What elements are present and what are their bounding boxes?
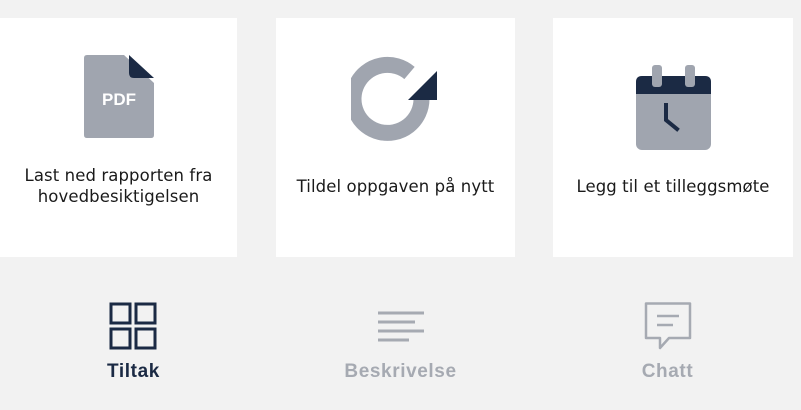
tab-chatt[interactable]: Chatt	[534, 257, 801, 410]
reassign-task-label: Tildel oppgaven på nytt	[296, 177, 495, 196]
tab-tiltak[interactable]: Tiltak	[0, 257, 267, 410]
tab-tiltak-label: Tiltak	[107, 361, 160, 382]
tab-beskrivelse[interactable]: Beskrivelse	[267, 257, 534, 410]
download-report-card[interactable]: PDF Last ned rapporten fra hovedbesiktig…	[0, 18, 237, 257]
download-report-label: Last ned rapporten fra hovedbesiktigelse…	[24, 166, 213, 206]
tab-chatt-label: Chatt	[641, 361, 694, 382]
add-meeting-card[interactable]: Legg til et tilleggsmøte	[553, 18, 793, 257]
bottom-tab-bar: Tiltak Beskrivelse Chatt	[0, 257, 801, 410]
pdf-icon-text: PDF	[102, 90, 136, 109]
action-cards: PDF Last ned rapporten fra hovedbesiktig…	[0, 18, 801, 257]
chat-bubble-icon	[642, 301, 694, 353]
reassign-task-card[interactable]: Tildel oppgaven på nytt	[276, 18, 515, 257]
grid-icon	[108, 301, 160, 353]
tab-beskrivelse-label: Beskrivelse	[344, 361, 457, 382]
reassign-refresh-icon	[350, 54, 441, 154]
text-lines-icon	[375, 301, 427, 353]
add-meeting-label: Legg til et tilleggsmøte	[576, 177, 770, 196]
calendar-icon	[628, 54, 718, 154]
pdf-file-icon: PDF	[74, 54, 164, 154]
